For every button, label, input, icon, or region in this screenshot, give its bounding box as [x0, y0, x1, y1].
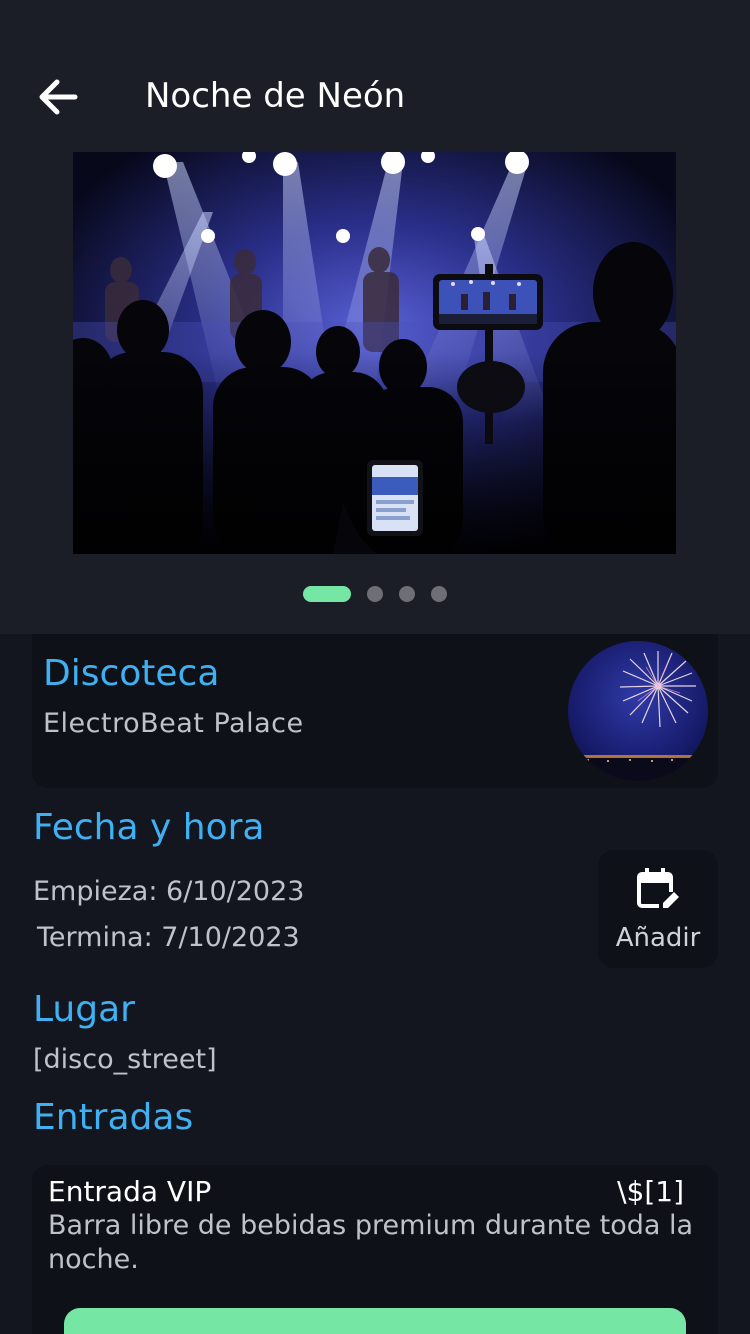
tickets-heading: Entradas: [33, 1097, 194, 1138]
carousel-dot[interactable]: [367, 586, 383, 602]
calendar-edit-icon: [637, 868, 679, 910]
venue-thumbnail: [568, 641, 708, 781]
location-heading: Lugar: [33, 989, 135, 1030]
venue-type: Discoteca: [43, 653, 220, 694]
ticket-card[interactable]: Entrada VIP \$[1] Barra libre de bebidas…: [32, 1165, 718, 1334]
start-date: Empieza: 6/10/2023: [33, 876, 305, 907]
add-to-calendar-button[interactable]: Añadir: [598, 850, 718, 968]
carousel-dot[interactable]: [399, 586, 415, 602]
arrow-left-icon: [39, 79, 78, 115]
end-date: Termina: 7/10/2023: [37, 922, 300, 953]
page-title: Noche de Neón: [145, 76, 406, 116]
add-to-calendar-label: Añadir: [615, 923, 701, 953]
back-button[interactable]: [30, 70, 84, 124]
buy-ticket-button[interactable]: [64, 1308, 686, 1334]
carousel-indicators: [0, 586, 750, 602]
ticket-name: Entrada VIP: [48, 1175, 212, 1208]
ticket-price: \$[1]: [617, 1175, 684, 1208]
carousel-dot[interactable]: [431, 586, 447, 602]
location-value: [disco_street]: [33, 1044, 217, 1075]
fireworks-photo: [568, 641, 708, 781]
venue-name: ElectroBeat Palace: [43, 708, 304, 739]
concert-crowd-photo: [73, 152, 676, 554]
venue-card[interactable]: Discoteca ElectroBeat Palace: [32, 634, 718, 788]
ticket-description: Barra libre de bebidas premium durante t…: [48, 1210, 694, 1275]
event-image-carousel[interactable]: [73, 152, 676, 554]
carousel-dot-active[interactable]: [303, 586, 351, 602]
schedule-heading: Fecha y hora: [33, 807, 265, 848]
